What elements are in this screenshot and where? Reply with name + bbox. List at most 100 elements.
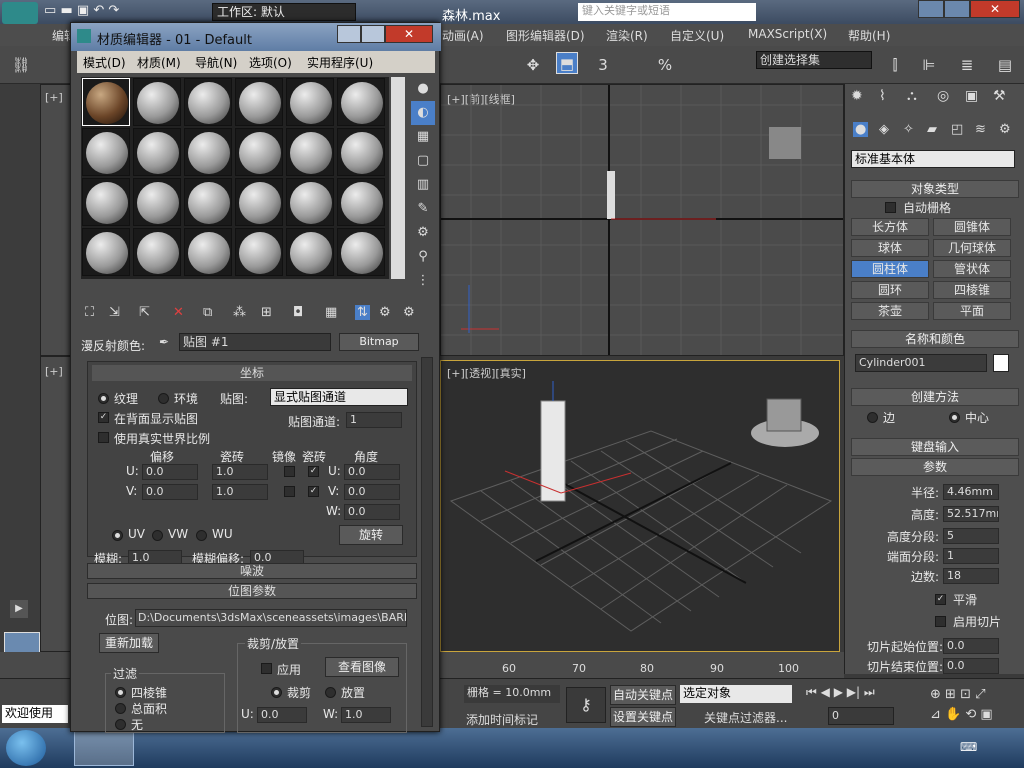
crop-radio[interactable] [271,687,282,698]
map-type-button[interactable]: Bitmap [339,333,419,351]
uv-tiling-icon[interactable]: ▢ [411,149,435,173]
key-icon[interactable]: ⚷ [566,687,606,723]
v-angle-field[interactable]: 0.0 [344,484,400,500]
map-name-dropdown[interactable]: 贴图 #1 [179,333,331,351]
center-radio[interactable] [949,412,960,423]
search-input[interactable]: 键入关键字或短语 [578,3,756,21]
frame-field[interactable]: 0 [828,707,894,725]
rotate-button[interactable]: 旋转 [339,525,403,545]
viewcube-front[interactable] [769,127,801,159]
sample-slot[interactable] [235,78,283,126]
menu-rendering[interactable]: 渲染(R) [606,27,648,44]
backlight-icon[interactable]: ◐ [411,101,435,125]
mat-menu-mode[interactable]: 模式(D) [83,54,126,71]
sample-slot[interactable] [184,78,232,126]
video-check-icon[interactable]: ▥ [411,173,435,197]
real-world-checkbox[interactable] [98,432,109,443]
play-button-icon[interactable]: ▶ [834,685,843,699]
object-name-field[interactable]: Cylinder001 [855,354,987,372]
zoom-all-icon[interactable]: ⊞ [945,687,956,702]
sample-slot[interactable] [133,128,181,176]
sample-scrollbar[interactable] [391,77,405,279]
percent-snap-icon[interactable]: % [654,54,676,76]
mapping-dropdown[interactable]: 显式贴图通道 [270,388,408,406]
spacewarps-icon[interactable]: ≋ [975,122,986,137]
sample-slot[interactable] [235,128,283,176]
cylinder-button[interactable]: 圆柱体 [851,260,929,278]
key-filters-button[interactable]: 关键点过滤器... [704,709,787,726]
mat-maximize-button[interactable] [361,25,385,43]
pyramid-radio[interactable] [115,687,126,698]
fov-icon[interactable]: ⊿ [930,707,941,722]
v-offset-field[interactable]: 0.0 [142,484,198,500]
sample-slot[interactable] [337,178,385,226]
eyedropper-icon[interactable]: ✒ [159,335,169,349]
sample-slot[interactable] [82,178,130,226]
get-material-icon[interactable]: ⛶ [85,305,94,320]
box-button[interactable]: 长方体 [851,218,929,236]
object-color-swatch[interactable] [993,354,1009,372]
u-offset-field[interactable]: 0.0 [142,464,198,480]
sample-slot[interactable] [286,178,334,226]
auto-key-button[interactable]: 自动关键点 [610,685,676,705]
maximize-icon[interactable]: ⤢ [975,687,985,702]
show-map-back-checkbox[interactable]: ✓ [98,412,109,423]
u-tiling-field[interactable]: 1.0 [212,464,268,480]
systems-icon[interactable]: ⚙ [999,122,1011,137]
vw-radio[interactable] [152,530,163,541]
mat-menu-material[interactable]: 材质(M) [137,54,181,71]
bitmap-path-button[interactable]: D:\Documents\3dsMax\sceneassets\images\B… [135,609,407,627]
max-toggle-icon[interactable]: ▣ [980,707,992,722]
texture-radio[interactable] [98,393,109,404]
sample-type-icon[interactable]: ● [411,77,435,101]
hierarchy-tab-icon[interactable]: ⛬ [907,88,917,104]
cylinder-perspective[interactable] [540,400,566,502]
place-radio[interactable] [325,687,336,698]
parameters-header[interactable]: 参数 [851,458,1019,476]
menu-maxscript[interactable]: MAXScript(X) [748,27,827,41]
taskbar-3dsmax[interactable] [74,730,134,766]
name-color-header[interactable]: 名称和颜色 [851,330,1019,348]
make-unique-icon[interactable]: ⁂ [233,305,246,320]
play-icon[interactable]: ▶ [10,600,28,618]
motion-tab-icon[interactable]: ◎ [937,88,949,104]
sides-field[interactable]: 18 [943,568,999,584]
geometry-type-dropdown[interactable]: 标准基本体 [851,150,1015,168]
cap-segs-field[interactable]: 1 [943,548,999,564]
render-setup-icon[interactable]: ▤ [994,54,1016,76]
restore-button[interactable] [944,0,970,18]
background-icon[interactable]: ▦ [411,125,435,149]
sample-slot[interactable] [133,228,181,276]
none-radio[interactable] [115,719,126,730]
edge-radio[interactable] [867,412,878,423]
add-time-tag[interactable]: 添加时间标记 [466,711,538,728]
mat-close-button[interactable]: ✕ [385,25,433,43]
slice-to-field[interactable]: 0.0 [943,658,999,674]
viewport-perspective[interactable]: [+][透视][真实] [440,360,840,652]
mat-menu-navigation[interactable]: 导航(N) [195,54,237,71]
snap-3-icon[interactable]: 3 [592,54,614,76]
align-icon[interactable]: ⊫ [918,54,940,76]
selection-set-dropdown[interactable]: 创建选择集 [756,51,872,69]
make-preview-icon[interactable]: ✎ [411,197,435,221]
reset-map-icon[interactable]: ✕ [173,305,184,320]
sample-slot[interactable] [286,228,334,276]
redo-icon[interactable]: ↷ [108,3,119,18]
menu-animation[interactable]: 动画(A) [442,27,484,44]
pyramid-button[interactable]: 四棱锥 [933,281,1011,299]
menu-graph-editors[interactable]: 图形编辑器(D) [506,27,585,44]
mirror-icon[interactable]: ⫿ [884,54,906,76]
bitmap-params-header[interactable]: 位图参数 [87,583,417,599]
sample-slot[interactable] [82,128,130,176]
teapot-button[interactable]: 茶壶 [851,302,929,320]
sample-slot[interactable] [184,178,232,226]
next-frame-icon[interactable]: ▶| [847,685,860,699]
u-crop-field[interactable]: 0.0 [257,707,307,723]
v-mirror-checkbox[interactable] [284,486,295,497]
apply-checkbox[interactable] [261,663,272,674]
put-library-icon[interactable]: ⊞ [261,305,272,320]
go-end-icon[interactable]: ⏭ [864,685,875,699]
noise-header[interactable]: 噪波 [87,563,417,579]
viewcube-perspective[interactable] [766,398,802,432]
geosphere-button[interactable]: 几何球体 [933,239,1011,257]
